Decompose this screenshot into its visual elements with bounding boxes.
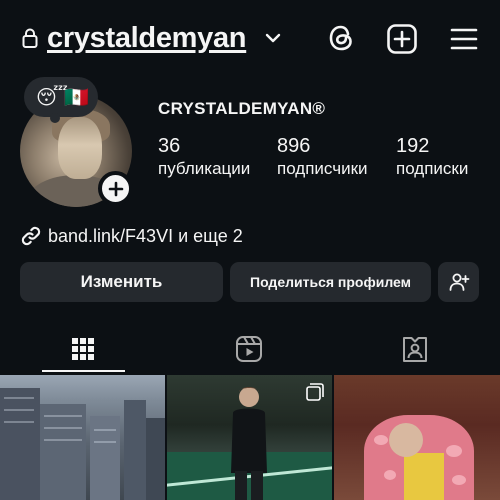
threads-icon[interactable] [326,22,356,54]
posts-label: публикации [158,159,251,178]
stat-posts[interactable]: 36 публикации [158,134,250,180]
tab-tagged[interactable] [332,326,498,372]
active-tab-indicator [42,370,125,372]
following-label: подписки [396,159,469,178]
tagged-person-icon [403,337,427,362]
followers-count: 896 [277,135,311,157]
followers-label: подписчики [277,159,368,178]
profile-tabs [0,326,500,372]
bio-link-text: band.link/F43VI и еще 2 [48,225,243,246]
username-switcher[interactable]: crystaldemyan [47,20,247,56]
tab-posts-grid[interactable] [0,326,166,372]
add-person-icon [449,273,469,291]
display-name: CRYSTALDEMYAN® [158,99,326,118]
posts-grid [0,375,500,500]
add-story-button[interactable] [98,171,133,206]
post-thumbnail[interactable] [334,375,500,500]
stat-followers[interactable]: 896 подписчики [277,134,368,180]
mexico-flag-emoji: 🇲🇽 [64,87,89,109]
posts-count: 36 [158,135,181,157]
lock-icon [22,28,38,48]
stat-following[interactable]: 192 подписки [396,134,468,180]
tab-reels[interactable] [166,326,332,372]
note-bubble[interactable]: 😴 🇲🇽 [24,77,98,123]
reels-icon [236,336,262,362]
create-post-icon[interactable] [387,24,417,54]
post-thumbnail[interactable] [0,375,165,500]
grid-icon [72,338,94,360]
bio-link[interactable]: band.link/F43VI и еще 2 [20,224,243,248]
discover-people-button[interactable] [438,262,479,302]
edit-profile-button[interactable]: Изменить [20,262,223,302]
chevron-down-icon[interactable] [265,32,281,44]
menu-icon[interactable] [450,27,478,51]
profile-header: crystaldemyan [0,0,500,76]
plus-icon [108,181,123,196]
following-count: 192 [396,135,430,157]
link-icon [21,226,41,246]
sleeping-face-emoji: 😴 [36,87,69,109]
share-profile-button[interactable]: Поделиться профилем [230,262,431,302]
post-thumbnail[interactable] [167,375,332,500]
carousel-icon [306,383,324,401]
